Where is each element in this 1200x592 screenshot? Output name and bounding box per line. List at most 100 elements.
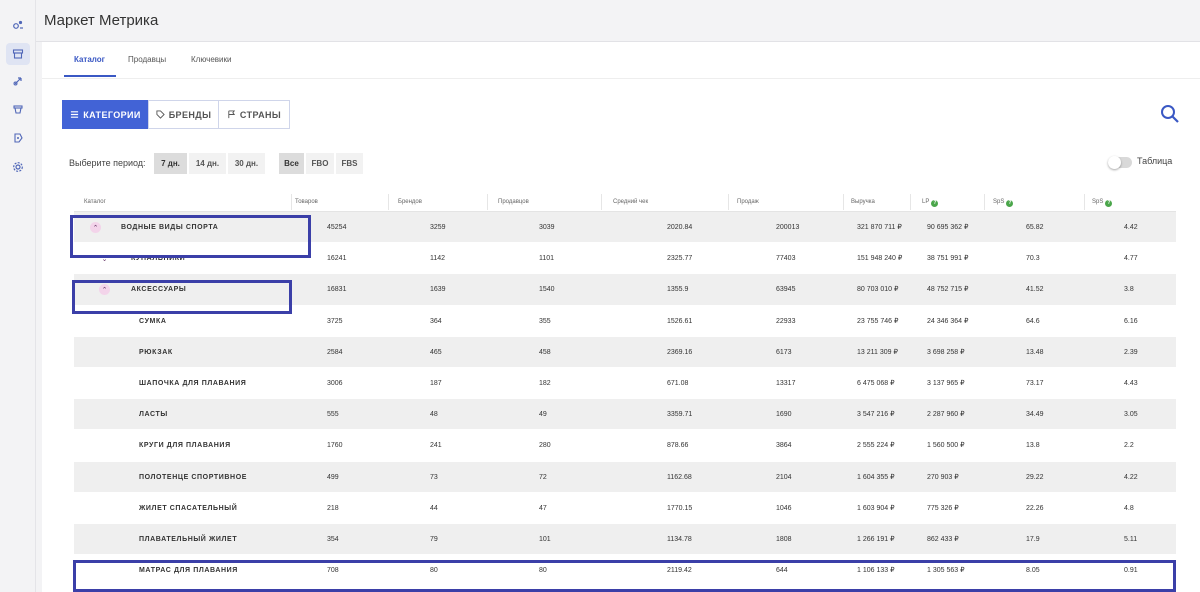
col-brands[interactable]: Брендов	[398, 199, 422, 205]
col-sps1[interactable]: SpS?	[993, 199, 1014, 207]
chevron-up-icon[interactable]: ⌃	[90, 222, 101, 233]
chevron-up-icon[interactable]: ⌃	[99, 284, 110, 296]
col-products[interactable]: Товаров	[295, 199, 318, 205]
cell-sales: 6173	[776, 348, 792, 356]
cell-brands: 3259	[430, 224, 446, 231]
table-row[interactable]: МАТРАС ДЛЯ ПЛАВАНИЯ 708 80 80 2119.42 644 1 10…	[74, 555, 1176, 587]
cell-sellers: 458	[539, 348, 551, 356]
col-lp[interactable]: LP?	[922, 199, 939, 207]
cell-products: 16831	[327, 286, 347, 294]
cell-lp: 270 903 ₽	[927, 473, 959, 481]
store-icon[interactable]	[6, 43, 30, 65]
filter-all[interactable]: Все	[279, 153, 304, 174]
tag-icon	[156, 110, 165, 119]
cell-avg-check: 2020.84	[667, 224, 693, 231]
cell-revenue: 1 603 904 ₽	[857, 504, 895, 512]
cell-lp: 1 560 500 ₽	[927, 442, 965, 450]
category-name[interactable]: ШАПОЧКА ДЛЯ ПЛАВАНИЯ	[139, 368, 246, 399]
chevron-down-icon[interactable]: ⌄	[99, 253, 110, 264]
filter-fbo[interactable]: FBO	[306, 153, 334, 174]
category-name[interactable]: ПЛАВАТЕЛЬНЫЙ ЖИЛЕТ	[139, 524, 237, 555]
period-30d[interactable]: 30 дн.	[228, 153, 265, 174]
period-label: Выберите период:	[69, 158, 146, 168]
table-row[interactable]: ЛАСТЫ 555 48 49 3359.71 1690 3 547 216 ₽ 2 287 …	[74, 399, 1176, 431]
help-icon[interactable]: ?	[1006, 200, 1014, 207]
cell-revenue: 80 703 010 ₽	[857, 286, 899, 294]
category-name[interactable]: КУПАЛЬНИКИ	[131, 243, 185, 274]
cell-avg-check: 1134.78	[667, 535, 692, 543]
help-icon[interactable]: ?	[1105, 200, 1113, 207]
table-body: ⌃ ВОДНЫЕ ВИДЫ СПОРТА 45254 3259 3039 2020.84 2…	[74, 212, 1176, 587]
category-table: Каталог Товаров Брендов Продавцов Средни…	[74, 192, 1176, 587]
analytics-icon[interactable]	[6, 14, 30, 36]
col-sps2[interactable]: SpS?	[1092, 199, 1113, 207]
col-divider	[728, 194, 729, 210]
table-view-toggle[interactable]	[1108, 156, 1132, 169]
period-14d[interactable]: 14 дн.	[189, 153, 226, 174]
table-row[interactable]: ⌄ КУПАЛЬНИКИ 16241 1142 1101 2325.77 77403 151 …	[74, 243, 1176, 275]
category-name[interactable]: ЖИЛЕТ СПАСАТЕЛЬНЫЙ	[139, 493, 237, 524]
rocket-icon[interactable]	[6, 70, 30, 92]
category-name[interactable]: КРУГИ ДЛЯ ПЛАВАНИЯ	[139, 430, 231, 461]
cell-products: 16241	[327, 255, 347, 263]
tab-bar: Каталог Продавцы Ключевики	[42, 42, 1200, 79]
cell-revenue: 321 870 711 ₽	[857, 224, 902, 231]
table-row[interactable]: ⌃ ВОДНЫЕ ВИДЫ СПОРТА 45254 3259 3039 2020.84 2…	[74, 212, 1176, 244]
tab-keywords[interactable]: Ключевики	[191, 55, 231, 64]
col-sps2-label: SpS	[1092, 199, 1104, 205]
category-name[interactable]: АКСЕССУАРЫ	[131, 274, 186, 305]
cell-lp: 3 137 965 ₽	[927, 379, 965, 387]
category-name[interactable]: МАТРАС ДЛЯ ПЛАВАНИЯ	[139, 555, 238, 586]
cell-avg-check: 1770.15	[667, 504, 693, 512]
cell-sps1: 70.3	[1026, 255, 1040, 263]
category-name[interactable]: ПОЛОТЕНЦЕ СПОРТИВНОЕ	[139, 462, 247, 493]
table-row[interactable]: ПОЛОТЕНЦЕ СПОРТИВНОЕ 499 73 72 1162.68 2104 1 …	[74, 461, 1176, 493]
cell-sps1: 41.52	[1026, 286, 1044, 294]
cell-sps2: 3.8	[1124, 286, 1134, 294]
col-lp-label: LP	[922, 199, 930, 205]
table-row[interactable]: ⌃ АКСЕССУАРЫ 16831 1639 1540 1355.9 63945 80 70…	[74, 274, 1176, 306]
search-button[interactable]	[1160, 104, 1180, 124]
table-row[interactable]: СУМКА 3725 364 355 1526.61 22933 23 755 746 ₽ 2…	[74, 305, 1176, 337]
col-catalog[interactable]: Каталог	[84, 199, 106, 205]
col-divider	[984, 194, 985, 210]
main-content: Каталог Продавцы Ключевики КАТЕГОРИИ БРЕ…	[42, 42, 1200, 592]
cell-sps2: 4.8	[1124, 504, 1134, 512]
col-divider	[601, 194, 602, 210]
cell-sps2: 0.91	[1124, 567, 1138, 575]
cell-sellers: 182	[539, 379, 551, 387]
table-row[interactable]: ШАПОЧКА ДЛЯ ПЛАВАНИЯ 3006 187 182 671.08 1331…	[74, 367, 1176, 400]
category-name[interactable]: СУМКА	[139, 306, 166, 337]
period-7d[interactable]: 7 дн.	[154, 153, 187, 174]
col-sellers[interactable]: Продавцов	[498, 199, 529, 205]
segment-countries[interactable]: СТРАНЫ	[218, 100, 290, 129]
help-icon[interactable]: ?	[931, 200, 939, 207]
category-name[interactable]: ЛАСТЫ	[139, 399, 168, 430]
cell-avg-check: 2369.16	[667, 348, 693, 356]
active-tab-indicator	[64, 75, 116, 77]
settings-icon[interactable]	[6, 156, 30, 178]
col-sales[interactable]: Продаж	[737, 199, 759, 205]
shopping-bag-icon[interactable]	[6, 98, 30, 120]
table-row[interactable]: ПЛАВАТЕЛЬНЫЙ ЖИЛЕТ 354 79 101 1134.78 1808 1 2…	[74, 523, 1176, 556]
cell-products: 1760	[327, 442, 343, 450]
tag-icon[interactable]	[6, 127, 30, 149]
segment-brands-label: БРЕНДЫ	[168, 109, 212, 120]
cell-sellers: 3039	[539, 224, 555, 231]
tab-catalog[interactable]: Каталог	[74, 55, 105, 64]
tab-sellers[interactable]: Продавцы	[128, 55, 166, 64]
table-row[interactable]: ЖИЛЕТ СПАСАТЕЛЬНЫЙ 218 44 47 1770.15 1046 1 60…	[74, 492, 1176, 524]
cell-sales: 63945	[776, 286, 796, 294]
segment-categories[interactable]: КАТЕГОРИИ	[62, 100, 149, 129]
segment-brands[interactable]: БРЕНДЫ	[148, 100, 219, 129]
category-name[interactable]: РЮКЗАК	[139, 337, 173, 368]
cell-sps2: 5.11	[1124, 535, 1138, 543]
filter-fbs[interactable]: FBS	[336, 153, 363, 174]
table-row[interactable]: КРУГИ ДЛЯ ПЛАВАНИЯ 1760 241 280 878.66 3864 2 …	[74, 430, 1176, 462]
segment-categories-label: КАТЕГОРИИ	[83, 109, 141, 120]
table-row[interactable]: РЮКЗАК 2584 465 458 2369.16 6173 13 211 309 ₽ 3…	[74, 336, 1176, 368]
col-revenue[interactable]: Выручка	[851, 199, 875, 205]
cell-products: 3725	[327, 317, 343, 325]
col-avg-check[interactable]: Средний чек	[613, 199, 648, 205]
category-name[interactable]: ВОДНЫЕ ВИДЫ СПОРТА	[121, 212, 218, 243]
